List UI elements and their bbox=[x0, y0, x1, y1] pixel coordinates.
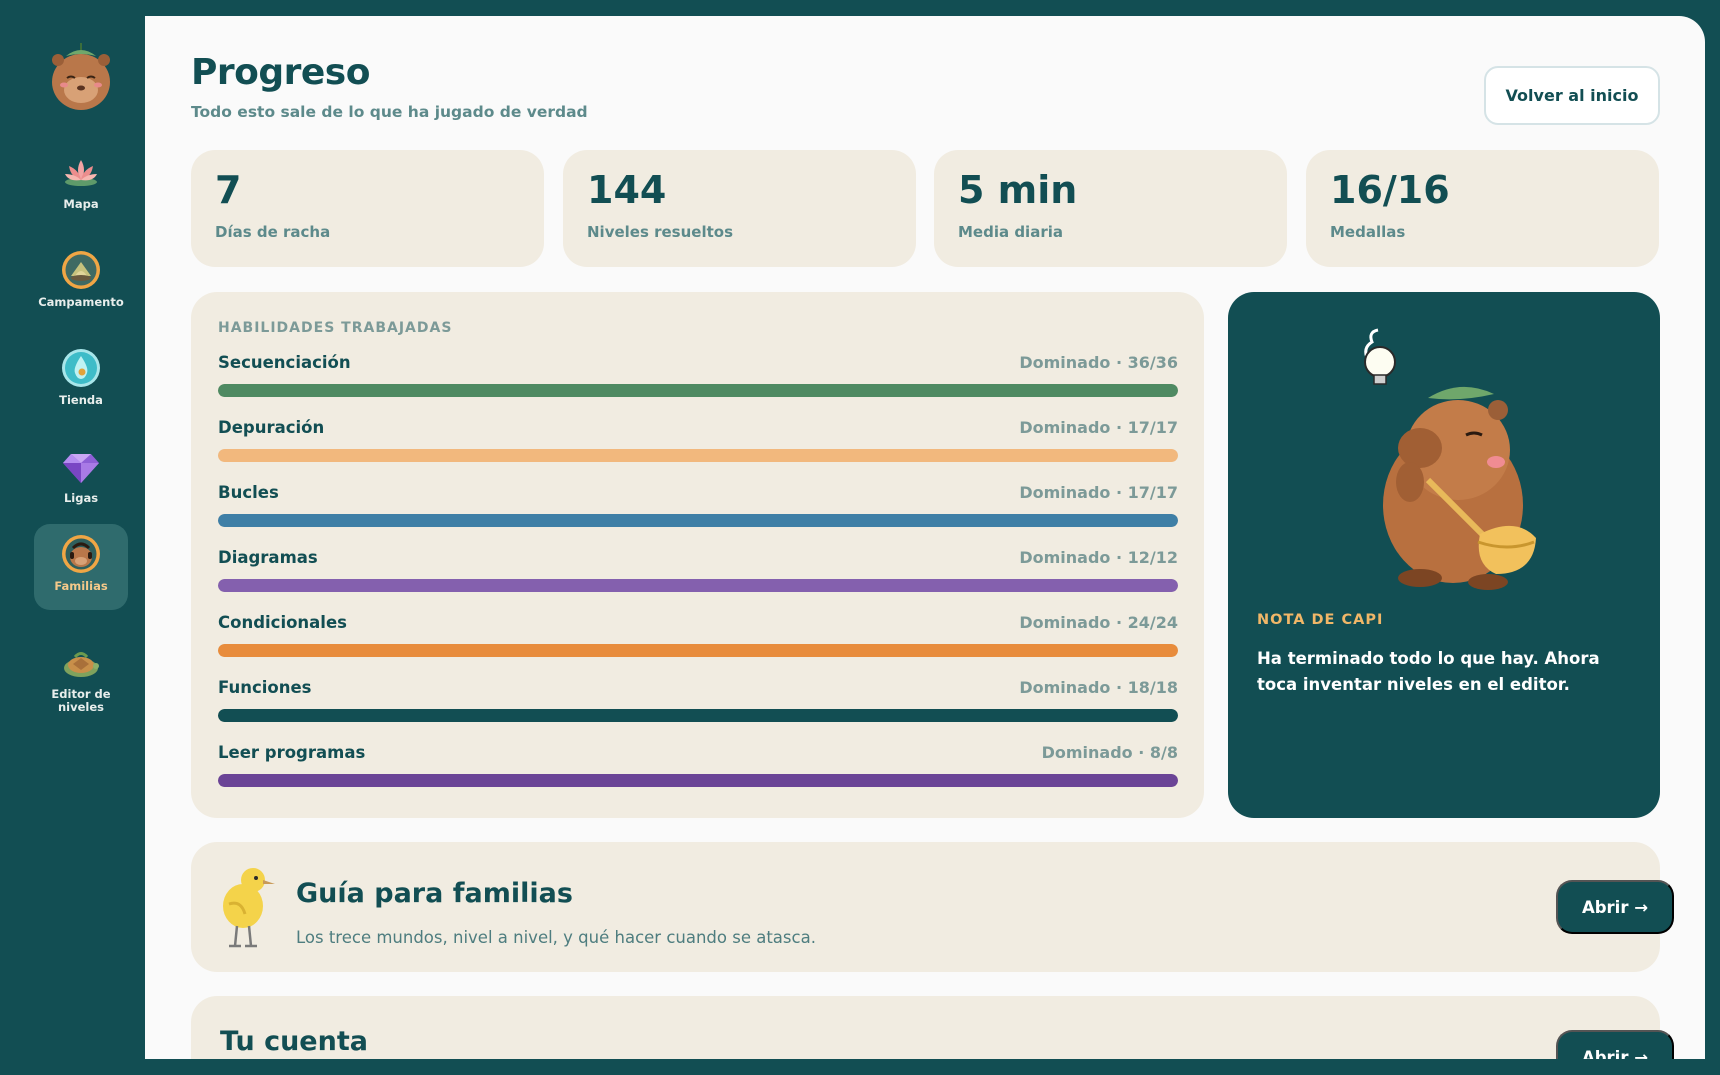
skill-status: Dominado · 17/17 bbox=[1019, 418, 1178, 437]
page-subtitle: Todo esto sale de lo que ha jugado de ve… bbox=[191, 103, 588, 121]
stat-card-streak: 7 Días de racha bbox=[191, 150, 544, 267]
water-drop-icon bbox=[62, 349, 100, 387]
skill-progress-fill bbox=[218, 644, 1178, 657]
stat-label: Niveles resueltos bbox=[587, 223, 734, 241]
open-account-button[interactable]: Abrir → bbox=[1556, 1030, 1674, 1060]
skill-name: Bucles bbox=[218, 483, 279, 502]
skill-progress-track bbox=[218, 384, 1178, 397]
skill-status: Dominado · 12/12 bbox=[1019, 548, 1178, 567]
capi-note-card: NOTA DE CAPI Ha terminado todo lo que ha… bbox=[1228, 292, 1660, 818]
open-guide-button[interactable]: Abrir → bbox=[1556, 880, 1674, 934]
stat-label: Media diaria bbox=[958, 223, 1063, 241]
thinking-capybara-illustration bbox=[1364, 328, 1536, 590]
skill-row-leer-programas: Leer programas Dominado · 8/8 bbox=[218, 743, 1178, 793]
sidebar-item-label: Tienda bbox=[59, 393, 103, 407]
sidebar-item-campamento[interactable]: Campamento bbox=[34, 240, 128, 326]
family-guide-card: Guía para familias Los trece mundos, niv… bbox=[191, 842, 1674, 972]
sidebar-item-familias[interactable]: Familias bbox=[34, 524, 128, 610]
skill-row-bucles: Bucles Dominado · 17/17 bbox=[218, 483, 1178, 533]
capybara-avatar[interactable] bbox=[50, 40, 112, 112]
stat-value: 7 bbox=[215, 168, 242, 212]
skill-progress-track bbox=[218, 449, 1178, 462]
sidebar-item-mapa[interactable]: Mapa bbox=[34, 142, 128, 228]
account-title: Tu cuenta bbox=[220, 1026, 368, 1057]
sidebar-item-editor-de-niveles[interactable]: Editor de niveles bbox=[34, 632, 128, 718]
skill-row-depuracion: Depuración Dominado · 17/17 bbox=[218, 418, 1178, 468]
skill-progress-fill bbox=[218, 514, 1178, 527]
skill-progress-fill bbox=[218, 384, 1178, 397]
skill-progress-fill bbox=[218, 449, 1178, 462]
family-capybara-icon bbox=[62, 535, 100, 573]
skill-row-secuenciacion: Secuenciación Dominado · 36/36 bbox=[218, 353, 1178, 403]
skills-card: HABILIDADES TRABAJADAS Secuenciación Dom… bbox=[191, 292, 1204, 818]
skill-progress-fill bbox=[218, 709, 1178, 722]
guide-description: Los trece mundos, nivel a nivel, y qué h… bbox=[296, 928, 816, 947]
skill-progress-track bbox=[218, 514, 1178, 527]
sidebar-item-label: Campamento bbox=[38, 295, 124, 309]
stat-card-levels: 144 Niveles resueltos bbox=[563, 150, 916, 267]
sidebar-item-label: Mapa bbox=[63, 197, 99, 211]
skill-progress-track bbox=[218, 774, 1178, 787]
guide-title: Guía para familias bbox=[296, 878, 573, 909]
kiwi-bird-illustration bbox=[223, 868, 275, 948]
skill-status: Dominado · 17/17 bbox=[1019, 483, 1178, 502]
sidebar-item-label: Editor de niveles bbox=[51, 687, 111, 714]
main-panel: Progreso Todo esto sale de lo que ha jug… bbox=[145, 16, 1705, 1060]
stat-card-medals: 16/16 Medallas bbox=[1306, 150, 1659, 267]
turtle-editor-icon bbox=[64, 652, 99, 677]
skill-name: Secuenciación bbox=[218, 353, 351, 372]
sidebar-item-label: Ligas bbox=[63, 491, 99, 505]
sidebar-item-label: Familias bbox=[54, 579, 108, 593]
skill-name: Funciones bbox=[218, 678, 312, 697]
skill-progress-fill bbox=[218, 579, 1178, 592]
window-bottom-frame bbox=[0, 1059, 1720, 1075]
skill-status: Dominado · 36/36 bbox=[1019, 353, 1178, 372]
skill-status: Dominado · 18/18 bbox=[1019, 678, 1178, 697]
sidebar-item-ligas[interactable]: Ligas bbox=[34, 436, 128, 522]
skill-progress-track bbox=[218, 709, 1178, 722]
skill-status: Dominado · 8/8 bbox=[1041, 743, 1178, 762]
account-card: Tu cuenta Abrir → bbox=[191, 996, 1674, 1060]
skill-name: Diagramas bbox=[218, 548, 318, 567]
skill-name: Leer programas bbox=[218, 743, 366, 762]
skills-heading: HABILIDADES TRABAJADAS bbox=[218, 320, 453, 336]
stat-value: 5 min bbox=[958, 168, 1078, 212]
stat-value: 144 bbox=[587, 168, 667, 212]
skill-row-funciones: Funciones Dominado · 18/18 bbox=[218, 678, 1178, 728]
stat-card-daily-average: 5 min Media diaria bbox=[934, 150, 1287, 267]
stat-label: Días de racha bbox=[215, 223, 331, 241]
skill-progress-track bbox=[218, 644, 1178, 657]
skill-row-condicionales: Condicionales Dominado · 24/24 bbox=[218, 613, 1178, 663]
campfire-icon bbox=[62, 251, 100, 289]
stat-label: Medallas bbox=[1330, 223, 1406, 241]
skill-progress-track bbox=[218, 579, 1178, 592]
sidebar: Mapa Campamento Tienda Ligas Familias Ed… bbox=[0, 0, 145, 1075]
back-to-home-button[interactable]: Volver al inicio bbox=[1484, 66, 1660, 125]
gem-icon bbox=[63, 454, 99, 483]
skill-row-diagramas: Diagramas Dominado · 12/12 bbox=[218, 548, 1178, 598]
skill-name: Condicionales bbox=[218, 613, 347, 632]
skill-name: Depuración bbox=[218, 418, 325, 437]
skill-progress-fill bbox=[218, 774, 1178, 787]
lotus-icon bbox=[65, 160, 97, 186]
stat-value: 16/16 bbox=[1330, 168, 1450, 212]
sidebar-item-tienda[interactable]: Tienda bbox=[34, 338, 128, 424]
page-title: Progreso bbox=[191, 52, 370, 93]
note-text: Ha terminado todo lo que hay. Ahora toca… bbox=[1257, 649, 1600, 694]
note-heading: NOTA DE CAPI bbox=[1257, 612, 1384, 628]
skill-status: Dominado · 24/24 bbox=[1019, 613, 1178, 632]
